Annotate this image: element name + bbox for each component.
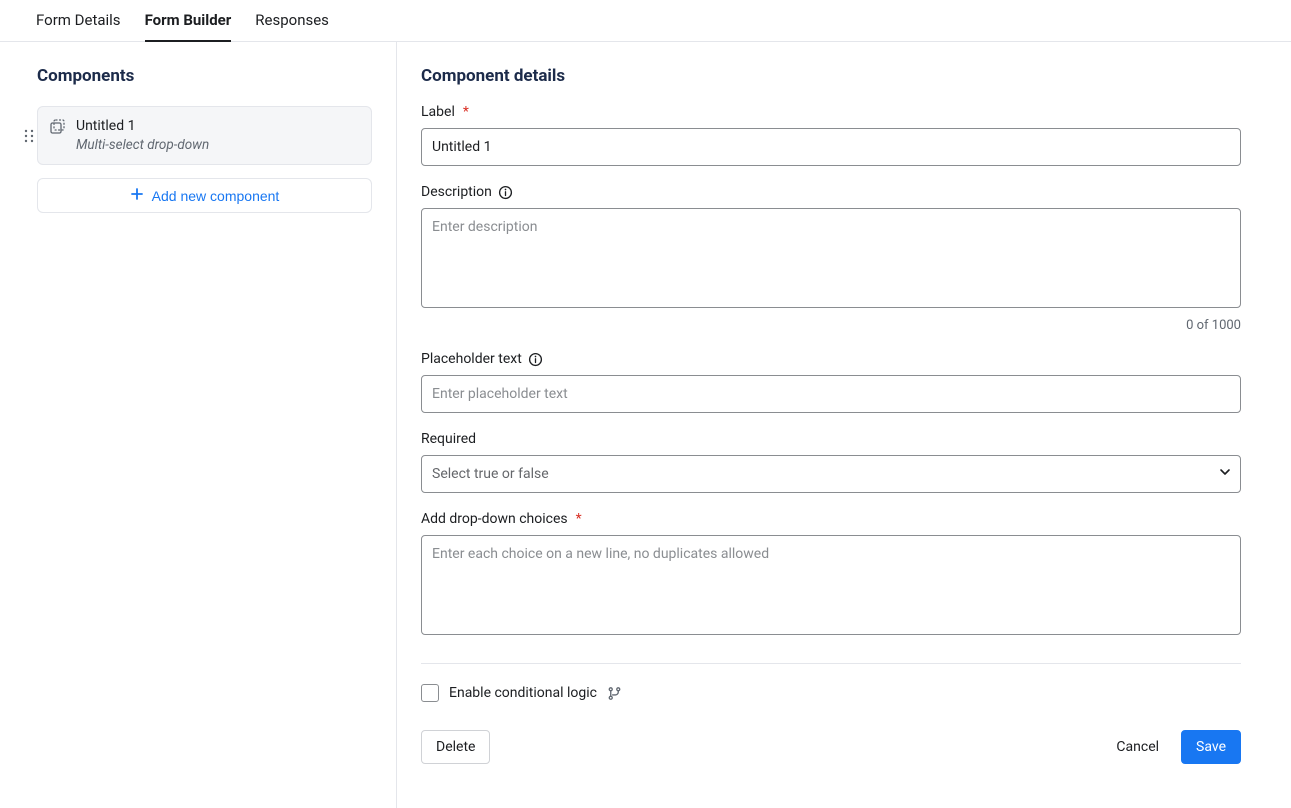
- placeholder-field-label: Placeholder text: [421, 351, 1241, 367]
- component-item-subtype: Multi-select drop-down: [76, 136, 209, 154]
- plus-icon: [130, 187, 144, 204]
- description-label-text: Description: [421, 184, 492, 200]
- component-item-label: Untitled 1: [76, 117, 209, 136]
- required-select[interactable]: Select true or false: [421, 455, 1241, 493]
- component-item[interactable]: Untitled 1 Multi-select drop-down: [37, 106, 372, 165]
- component-details-panel: Component details Label * Description: [397, 42, 1291, 808]
- choices-label-text: Add drop-down choices: [421, 511, 568, 527]
- label-input[interactable]: [421, 128, 1241, 166]
- description-field-label: Description: [421, 184, 1241, 200]
- save-button[interactable]: Save: [1181, 730, 1241, 764]
- conditional-logic-checkbox[interactable]: [421, 684, 439, 702]
- info-icon[interactable]: [528, 352, 543, 367]
- info-icon[interactable]: [498, 185, 513, 200]
- conditional-logic-label: Enable conditional logic: [449, 685, 597, 701]
- add-component-button[interactable]: Add new component: [37, 178, 372, 213]
- label-text: Label: [421, 104, 455, 120]
- components-sidebar: Components: [0, 42, 397, 808]
- top-tabs: Form Details Form Builder Responses: [0, 0, 1291, 42]
- tab-responses[interactable]: Responses: [255, 1, 329, 42]
- components-heading: Components: [37, 66, 372, 86]
- branch-icon: [607, 686, 622, 701]
- description-textarea[interactable]: [421, 208, 1241, 308]
- section-divider: [421, 663, 1241, 664]
- required-field-label: Required: [421, 431, 1241, 447]
- choices-textarea[interactable]: [421, 535, 1241, 635]
- placeholder-input[interactable]: [421, 375, 1241, 413]
- required-asterisk: *: [463, 104, 469, 120]
- choices-field-label: Add drop-down choices *: [421, 511, 1241, 527]
- cancel-button[interactable]: Cancel: [1104, 731, 1171, 763]
- required-label-text: Required: [421, 431, 476, 447]
- required-asterisk: *: [576, 511, 582, 527]
- label-field-label: Label *: [421, 104, 1241, 120]
- drag-handle-icon[interactable]: [20, 129, 37, 143]
- tab-form-details[interactable]: Form Details: [36, 1, 121, 42]
- tab-form-builder[interactable]: Form Builder: [145, 1, 232, 42]
- multi-select-icon: [50, 119, 66, 139]
- add-component-label: Add new component: [152, 188, 280, 204]
- description-counter: 0 of 1000: [421, 318, 1241, 333]
- component-details-heading: Component details: [421, 66, 1241, 86]
- delete-button[interactable]: Delete: [421, 730, 490, 764]
- placeholder-label-text: Placeholder text: [421, 351, 522, 367]
